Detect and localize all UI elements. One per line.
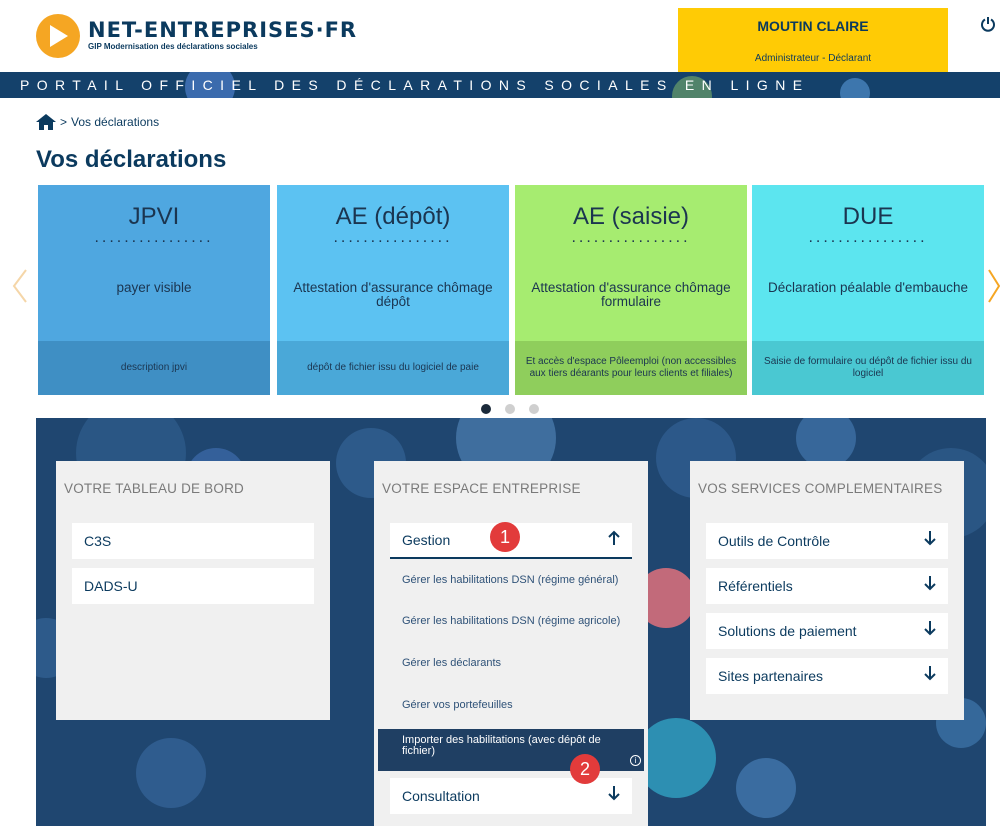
step-badge-1: 1 — [490, 522, 520, 552]
pager-dot[interactable] — [529, 404, 539, 414]
declaration-card[interactable]: AE (saisie)................ Attestation d… — [515, 185, 747, 395]
card-description: Déclaration péalable d'embauche — [768, 280, 968, 295]
chevron-right-icon[interactable] — [988, 268, 1000, 313]
menu-item-habilitations-general[interactable]: Gérer les habilitations DSN (régime géné… — [402, 575, 632, 586]
band-decoration — [840, 78, 870, 98]
service-referentiels[interactable]: Référentiels — [706, 568, 948, 604]
arrow-down-icon — [924, 665, 936, 686]
arrow-down-icon — [608, 785, 620, 806]
logo-play-icon[interactable] — [36, 14, 80, 58]
breadcrumb-separator: > — [60, 115, 68, 129]
breadcrumb-current: Vos déclarations — [71, 115, 160, 129]
card-description: Attestation d'assurance chômage dépôt — [293, 280, 493, 309]
tableau-item-dads-u[interactable]: DADS-U — [72, 568, 314, 604]
decor-bubble — [636, 718, 716, 798]
logo-subtitle: GIP Modernisation des déclarations socia… — [88, 42, 258, 51]
declaration-card[interactable]: JPVI................ payer visible descrip… — [38, 185, 270, 395]
step-badge-2: 2 — [570, 754, 600, 784]
pager-dot[interactable] — [505, 404, 515, 414]
item-label: Référentiels — [718, 578, 793, 594]
card-dots: ................ — [94, 229, 214, 246]
services-title: VOS SERVICES COMPLEMENTAIRES — [698, 481, 943, 496]
consultation-accordion[interactable]: Consultation — [390, 778, 632, 814]
card-dots: ................ — [808, 229, 928, 246]
card-footer: Saisie de formulaire ou dépôt de fichier… — [752, 341, 984, 395]
portal-band: PORTAIL OFFICIEL DES DÉCLARATIONS SOCIAL… — [0, 72, 1000, 98]
pager-dot[interactable] — [481, 404, 491, 414]
item-label: DADS-U — [84, 578, 138, 594]
espace-entreprise: VOTRE ESPACE ENTREPRISE Gestion Gérer le… — [374, 461, 648, 826]
user-role: Administrateur - Déclarant — [754, 53, 872, 64]
arrow-up-icon — [608, 530, 620, 551]
breadcrumb: > Vos déclarations — [36, 114, 159, 130]
card-title: AE (saisie) — [572, 203, 690, 230]
card-description: payer visible — [116, 280, 192, 295]
item-label: C3S — [84, 533, 112, 549]
gestion-label: Gestion — [402, 532, 451, 548]
home-icon[interactable] — [36, 114, 56, 130]
menu-item-declarants[interactable]: Gérer les déclarants — [402, 658, 632, 669]
card-dots: ................ — [333, 229, 453, 246]
tableau-de-bord: VOTRE TABLEAU DE BORD C3S DADS-U — [56, 461, 330, 720]
info-icon[interactable]: i — [630, 755, 641, 766]
item-label: Solutions de paiement — [718, 623, 857, 639]
consultation-label: Consultation — [402, 788, 480, 804]
user-name[interactable]: MOUTIN CLAIRE — [678, 18, 948, 34]
service-sites-partenaires[interactable]: Sites partenaires — [706, 658, 948, 694]
card-footer: description jpvi — [38, 341, 270, 395]
tableau-title: VOTRE TABLEAU DE BORD — [64, 481, 244, 496]
menu-item-habilitations-agricole[interactable]: Gérer les habilitations DSN (régime agri… — [402, 616, 632, 627]
item-label: Sites partenaires — [718, 668, 824, 684]
menu-item-importer-habilitations[interactable]: Importer des habilitations (avec dépôt d… — [378, 729, 644, 771]
chevron-left-icon[interactable] — [12, 268, 28, 313]
user-box: MOUTIN CLAIRE Administrateur - Déclarant — [678, 8, 948, 72]
logo-title[interactable]: NET-ENTREPRISES·FR — [88, 18, 357, 42]
espace-title: VOTRE ESPACE ENTREPRISE — [382, 481, 581, 496]
arrow-down-icon — [924, 620, 936, 641]
card-description: Attestation d'assurance chômage formulai… — [531, 280, 731, 309]
portal-tagline: PORTAIL OFFICIEL DES DÉCLARATIONS SOCIAL… — [20, 77, 810, 93]
service-solutions-paiement[interactable]: Solutions de paiement — [706, 613, 948, 649]
card-footer: dépôt de fichier issu du logiciel de pai… — [277, 341, 509, 395]
card-title: AE (dépôt) — [335, 203, 451, 230]
arrow-down-icon — [924, 530, 936, 551]
menu-item-portefeuilles[interactable]: Gérer vos portefeuilles — [402, 700, 632, 711]
importer-label: Importer des habilitations (avec dépôt d… — [402, 734, 601, 757]
card-title: JPVI — [128, 203, 180, 230]
service-outils-controle[interactable]: Outils de Contrôle — [706, 523, 948, 559]
header: NET-ENTREPRISES·FR GIP Modernisation des… — [0, 0, 1000, 72]
card-footer: Et accès d'espace Pôleemploi (non access… — [515, 341, 747, 395]
power-icon[interactable] — [980, 16, 1000, 36]
card-dots: ................ — [571, 229, 691, 246]
declaration-card[interactable]: DUE................ Déclaration péalable … — [752, 185, 984, 395]
declaration-card[interactable]: AE (dépôt)................ Attestation d'… — [277, 185, 509, 395]
arrow-down-icon — [924, 575, 936, 596]
card-title: DUE — [842, 203, 894, 230]
item-label: Outils de Contrôle — [718, 533, 831, 549]
tableau-item-c3s[interactable]: C3S — [72, 523, 314, 559]
page-title: Vos déclarations — [36, 146, 227, 173]
decor-bubble — [136, 738, 206, 808]
decor-bubble — [736, 758, 796, 818]
services-complementaires: VOS SERVICES COMPLEMENTAIRES Outils de C… — [690, 461, 964, 720]
